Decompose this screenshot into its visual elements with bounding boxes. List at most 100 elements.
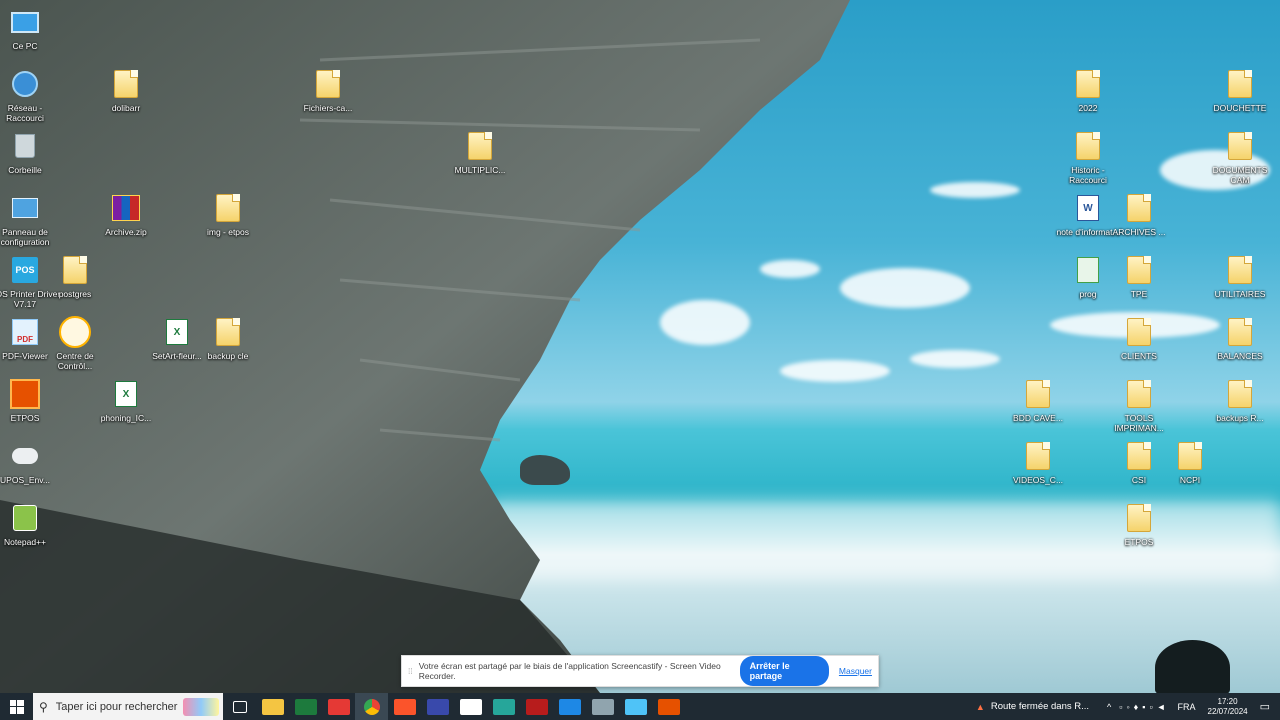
chevron-up-icon[interactable]: ^ (1107, 702, 1111, 712)
folder-icon (312, 68, 344, 100)
folder-icon (1022, 378, 1054, 410)
desktop-icon-bdd-cave[interactable]: BDD CAVE... (1002, 378, 1074, 423)
desktop-icon-fichiers-ca[interactable]: Fichiers-ca... (292, 68, 364, 113)
desktop-icon-control-panel[interactable]: Panneau de configuration (0, 192, 61, 247)
desktop-icon-network[interactable]: Réseau - Raccourci (0, 68, 61, 123)
desktop-icon-videos-c[interactable]: VIDEOS_C... (1002, 440, 1074, 485)
network-icon (9, 68, 41, 100)
taskbar-app-app-red[interactable] (520, 693, 553, 720)
desktop-icon-clients[interactable]: CLIENTS (1103, 316, 1175, 361)
language-indicator[interactable]: FRA (1178, 702, 1196, 712)
excel-file-icon: X (110, 378, 142, 410)
desktop-icon-recycle-bin[interactable]: Corbeille (0, 130, 61, 175)
desktop-icon-postgres[interactable]: postgres (39, 254, 111, 299)
folder-icon (212, 192, 244, 224)
excel-icon (294, 698, 317, 715)
taskbar-app-app-network[interactable] (619, 693, 652, 720)
taskbar-app-excel[interactable] (289, 693, 322, 720)
taskbar-app-notion[interactable] (454, 693, 487, 720)
file-explorer-icon (261, 698, 284, 715)
search-box[interactable]: ⚲ Taper ici pour rechercher (33, 693, 223, 720)
desktop-icon-utilitaires[interactable]: UTILITAIRES (1204, 254, 1276, 299)
taskbar-app-etpos[interactable] (652, 693, 685, 720)
etpos-icon (657, 698, 680, 715)
folder-icon (1123, 316, 1155, 348)
taskbar-app-app-triangle[interactable] (553, 693, 586, 720)
system-tray: ▲ Route fermée dans R... ^ ▫◦♦▪▫◄ FRA 17… (976, 693, 1280, 720)
desktop-icon-phoning[interactable]: X phoning_IC... (90, 378, 162, 423)
clock-date: 22/07/2024 (1207, 706, 1248, 716)
chrome-icon (363, 698, 380, 715)
notion-icon (459, 698, 482, 715)
desktop-icon-archive-zip[interactable]: Archive.zip (90, 192, 162, 237)
folder-icon (1123, 502, 1155, 534)
desktop-icon-ncpi[interactable]: NCPI (1154, 440, 1226, 485)
start-button[interactable] (0, 693, 33, 720)
pdf-icon: PDF (9, 316, 41, 348)
task-view-icon (232, 700, 247, 713)
taskbar-apps (223, 693, 685, 720)
etpos-icon (9, 378, 41, 410)
folder-icon (1224, 316, 1256, 348)
program-icon (1072, 254, 1104, 286)
desktop-background: Ce PC Réseau - Raccourci Corbeille Panne… (0, 0, 1280, 693)
taskbar-app-app-cyan[interactable] (487, 693, 520, 720)
taskbar-app-task-view[interactable] (223, 693, 256, 720)
desktop-icon-this-pc[interactable]: Ce PC (0, 6, 61, 51)
desktop-icon-tpe[interactable]: TPE (1103, 254, 1175, 299)
share-message: Votre écran est partagé par le biais de … (418, 661, 721, 681)
notifications-icon[interactable]: ▭ (1260, 700, 1270, 713)
folder-icon (1072, 130, 1104, 162)
desktop-icon-documents-cam[interactable]: DOCUMENTS CAM (1204, 130, 1276, 185)
desktop-icon-historic[interactable]: Historic - Raccourci (1052, 130, 1124, 185)
desktop-icon-archives[interactable]: ARCHIVES ... (1103, 192, 1175, 237)
tray-icons[interactable]: ▫◦♦▪▫◄ (1119, 702, 1169, 712)
folder-icon (1123, 192, 1155, 224)
desktop-icon-balances[interactable]: BALANCES (1204, 316, 1276, 361)
folder-icon (1022, 440, 1054, 472)
excel-file-icon: X (161, 316, 193, 348)
folder-icon (1224, 130, 1256, 162)
folder-icon (1174, 440, 1206, 472)
desktop-icon-douchette[interactable]: DOUCHETTE (1204, 68, 1276, 113)
weather-icon: ▲ (975, 701, 985, 712)
desktop-icon-control-center[interactable]: Centre de Contrôl... (39, 316, 111, 371)
desktop-icon-backup-cle[interactable]: backup cle (192, 316, 264, 361)
cloud-upload-icon (9, 440, 41, 472)
desktop-icon-img-etpos[interactable]: img - etpos (192, 192, 264, 237)
taskbar-app-brave[interactable] (388, 693, 421, 720)
folder-icon (1224, 378, 1256, 410)
word-file-icon: W (1072, 192, 1104, 224)
folder-icon (1224, 254, 1256, 286)
control-panel-icon (9, 192, 41, 224)
notepad-icon (9, 502, 41, 534)
desktop-icon-etpos[interactable]: ETPOS (0, 378, 61, 423)
app-red-icon (525, 698, 548, 715)
taskbar-app-file-explorer[interactable] (256, 693, 289, 720)
desktop-icon-backups-r[interactable]: backups R... (1204, 378, 1276, 423)
desktop-icon-tools-imprimantes[interactable]: TOOLS IMPRIMAN... (1103, 378, 1175, 433)
clock[interactable]: 17:20 22/07/2024 (1208, 697, 1248, 717)
taskbar-app-app-gray[interactable] (586, 693, 619, 720)
taskbar-app-chrome[interactable] (355, 693, 388, 720)
taskbar-app-screencastify[interactable] (322, 693, 355, 720)
desktop-icon-dolibarr[interactable]: dolibarr (90, 68, 162, 113)
app-blue-icon (426, 698, 449, 715)
app-gray-icon (591, 698, 614, 715)
desktop-icon-etpos-folder[interactable]: ETPOS (1103, 502, 1175, 547)
recycle-bin-icon (9, 130, 41, 162)
drag-handle-icon[interactable]: ⁞⁞ (408, 666, 413, 676)
taskbar: ⚲ Taper ici pour rechercher ▲ Route ferm… (0, 693, 1280, 720)
desktop-icon-multiplic[interactable]: MULTIPLIC... (444, 130, 516, 175)
stop-sharing-button[interactable]: Arrêter le partage (739, 656, 829, 686)
desktop-icon-upos[interactable]: UPOS_Env... (0, 440, 61, 485)
clock-time: 17:20 (1217, 696, 1238, 706)
folder-icon (59, 254, 91, 286)
folder-icon (464, 130, 496, 162)
hide-link[interactable]: Masquer (839, 666, 872, 676)
desktop-icon-notepadpp[interactable]: Notepad++ (0, 502, 61, 547)
desktop-icon-2022[interactable]: 2022 (1052, 68, 1124, 113)
zip-icon (110, 192, 142, 224)
notification-text[interactable]: Route fermée dans R... (991, 701, 1089, 712)
taskbar-app-app-blue[interactable] (421, 693, 454, 720)
